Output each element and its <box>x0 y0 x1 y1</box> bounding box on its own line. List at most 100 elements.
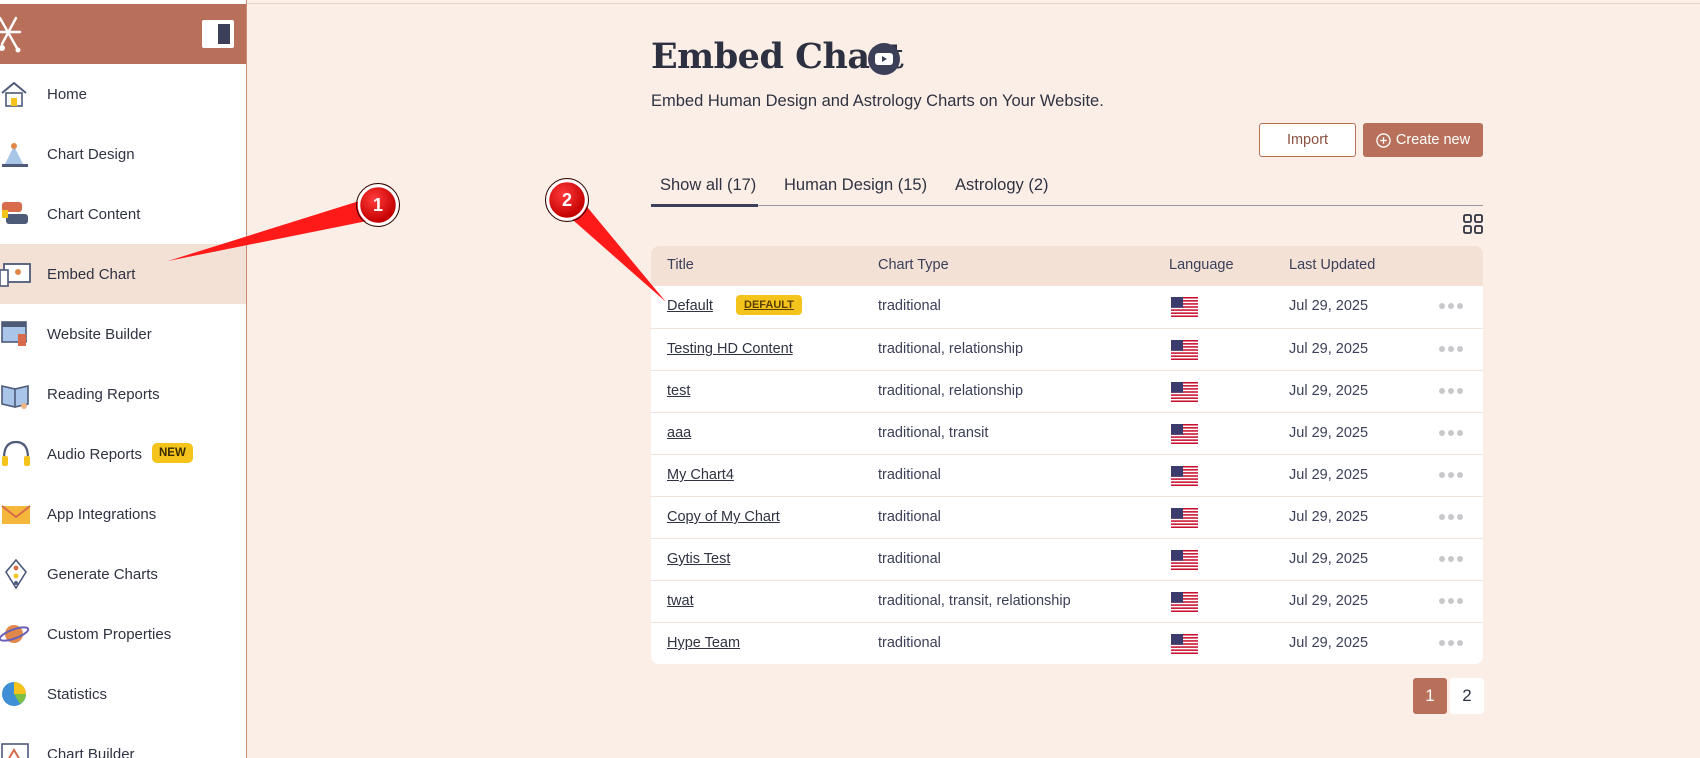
annotation-marker-2 <box>546 179 588 221</box>
dot-icon <box>1448 514 1454 520</box>
planet-icon <box>0 625 30 643</box>
chart-type-cell: traditional <box>878 635 941 651</box>
filter-tabs: Show all (17) Human Design (15) Astrolog… <box>650 168 1483 207</box>
chart-title-link[interactable]: Gytis Test <box>667 551 730 567</box>
chart-title-link[interactable]: Hype Team <box>667 635 740 651</box>
row-more-button[interactable] <box>1439 384 1465 398</box>
us-flag-icon <box>1171 592 1198 612</box>
charts-table: Title Chart Type Language Last Updated D… <box>651 246 1483 664</box>
sidebar-header <box>0 4 246 64</box>
sidebar-item-custom-properties[interactable]: Custom Properties <box>0 604 246 664</box>
tab-human-design[interactable]: Human Design (15) <box>784 176 927 195</box>
sidebar-item-label: Chart Design <box>47 145 135 163</box>
row-more-button[interactable] <box>1439 510 1465 524</box>
row-more-button[interactable] <box>1439 299 1465 313</box>
website-builder-icon <box>1 321 27 346</box>
dot-icon <box>1439 472 1445 478</box>
sidebar-item-chart-design[interactable]: Chart Design <box>0 124 246 184</box>
chart-title-link[interactable]: aaa <box>667 425 691 441</box>
dot-icon <box>1457 556 1463 562</box>
annotation-label-2: 2 <box>562 190 572 210</box>
table-row: Copy of My Chart traditional Jul 29, 2025 <box>651 496 1483 538</box>
dot-icon <box>1457 598 1463 604</box>
dot-icon <box>1439 598 1445 604</box>
chart-title-link[interactable]: Testing HD Content <box>667 341 793 357</box>
dot-icon <box>1439 640 1445 646</box>
row-more-button[interactable] <box>1439 594 1465 608</box>
chart-type-cell: traditional, relationship <box>878 341 1024 357</box>
sidebar-item-label: Generate Charts <box>47 565 158 583</box>
table-row: aaa traditional, transit Jul 29, 2025 <box>651 412 1483 454</box>
annotation-label-1: 1 <box>373 195 383 215</box>
page-subtitle: Embed Human Design and Astrology Charts … <box>651 92 1104 110</box>
chart-title-link[interactable]: Copy of My Chart <box>667 509 780 525</box>
sidebar-item-label: Audio Reports <box>47 445 143 463</box>
dot-icon <box>1439 514 1445 520</box>
chart-builder-icon <box>1 743 29 758</box>
table-body: Default DEFAULT traditional Jul 29, 2025 Tes… <box>651 286 1483 664</box>
sidebar-item-generate-charts[interactable]: Generate Charts <box>0 544 246 604</box>
column-language: Language <box>1169 257 1234 273</box>
dot-icon <box>1439 430 1445 436</box>
row-more-button[interactable] <box>1439 636 1465 650</box>
sidebar-item-label: Chart Content <box>47 205 141 223</box>
row-more-button[interactable] <box>1439 552 1465 566</box>
tab-astrology[interactable]: Astrology (2) <box>955 176 1049 195</box>
sidebar-item-home[interactable]: Home <box>0 64 246 124</box>
sidebar-item-app-integrations[interactable]: App Integrations <box>0 484 246 544</box>
top-divider <box>247 3 1700 4</box>
home-icon <box>1 81 27 107</box>
grid-view-icon[interactable] <box>1463 214 1483 234</box>
sidebar-item-embed-chart[interactable]: Embed Chart <box>0 244 246 304</box>
dot-icon <box>1457 472 1463 478</box>
sidebar-item-chart-builder[interactable]: Chart Builder <box>0 724 246 758</box>
chart-title-link[interactable]: My Chart4 <box>667 467 734 483</box>
chart-design-icon <box>2 143 28 167</box>
annotation-marker-1 <box>357 184 399 226</box>
sidebar-item-label: Statistics <box>47 685 108 703</box>
table-row: My Chart4 traditional Jul 29, 2025 <box>651 454 1483 496</box>
chart-title-link[interactable]: twat <box>667 593 694 609</box>
chart-title-link[interactable]: Default <box>667 298 713 314</box>
sidebar-item-statistics[interactable]: Statistics <box>0 664 246 724</box>
last-updated-cell: Jul 29, 2025 <box>1289 635 1369 651</box>
sidebar-item-audio-reports[interactable]: Audio Reports NEW <box>0 424 246 484</box>
table-row: Hype Team traditional Jul 29, 2025 <box>651 622 1483 664</box>
generate-charts-icon <box>5 558 27 590</box>
us-flag-icon <box>1171 634 1198 654</box>
last-updated-cell: Jul 29, 2025 <box>1289 341 1369 357</box>
dot-icon <box>1439 556 1445 562</box>
headphones-icon <box>2 440 30 466</box>
sidebar-item-reading-reports[interactable]: Reading Reports <box>0 364 246 424</box>
chart-type-cell: traditional, relationship <box>878 383 1024 399</box>
us-flag-icon <box>1171 424 1198 444</box>
new-badge: NEW <box>152 443 193 463</box>
create-new-button[interactable]: Create new <box>1363 123 1483 157</box>
row-more-button[interactable] <box>1439 342 1465 356</box>
row-more-button[interactable] <box>1439 468 1465 482</box>
annotation-arrow-2 <box>557 196 666 302</box>
chart-title-link[interactable]: test <box>667 383 690 399</box>
row-more-button[interactable] <box>1439 426 1465 440</box>
last-updated-cell: Jul 29, 2025 <box>1289 509 1369 525</box>
sidebar-collapse-button[interactable] <box>202 20 234 48</box>
chart-type-cell: traditional, transit, relationship <box>878 593 1071 609</box>
sidebar-item-label: Reading Reports <box>47 385 160 403</box>
sidebar-item-website-builder[interactable]: Website Builder <box>0 304 246 364</box>
chart-type-cell: traditional <box>878 467 941 483</box>
reading-reports-icon <box>1 384 29 409</box>
dot-icon <box>1457 514 1463 520</box>
dot-icon <box>1448 472 1454 478</box>
tab-show-all[interactable]: Show all (17) <box>650 176 759 207</box>
sidebar-item-chart-content[interactable]: Chart Content <box>0 184 246 244</box>
chart-type-cell: traditional <box>878 551 941 567</box>
page-1-button[interactable]: 1 <box>1413 678 1447 714</box>
dot-icon <box>1439 346 1445 352</box>
video-tutorial-icon[interactable] <box>868 43 900 75</box>
page-2-button[interactable]: 2 <box>1450 678 1484 714</box>
last-updated-cell: Jul 29, 2025 <box>1289 551 1369 567</box>
import-button[interactable]: Import <box>1259 123 1356 157</box>
dot-icon <box>1448 640 1454 646</box>
sidebar-item-label: Home <box>47 85 88 103</box>
us-flag-icon <box>1171 508 1198 528</box>
